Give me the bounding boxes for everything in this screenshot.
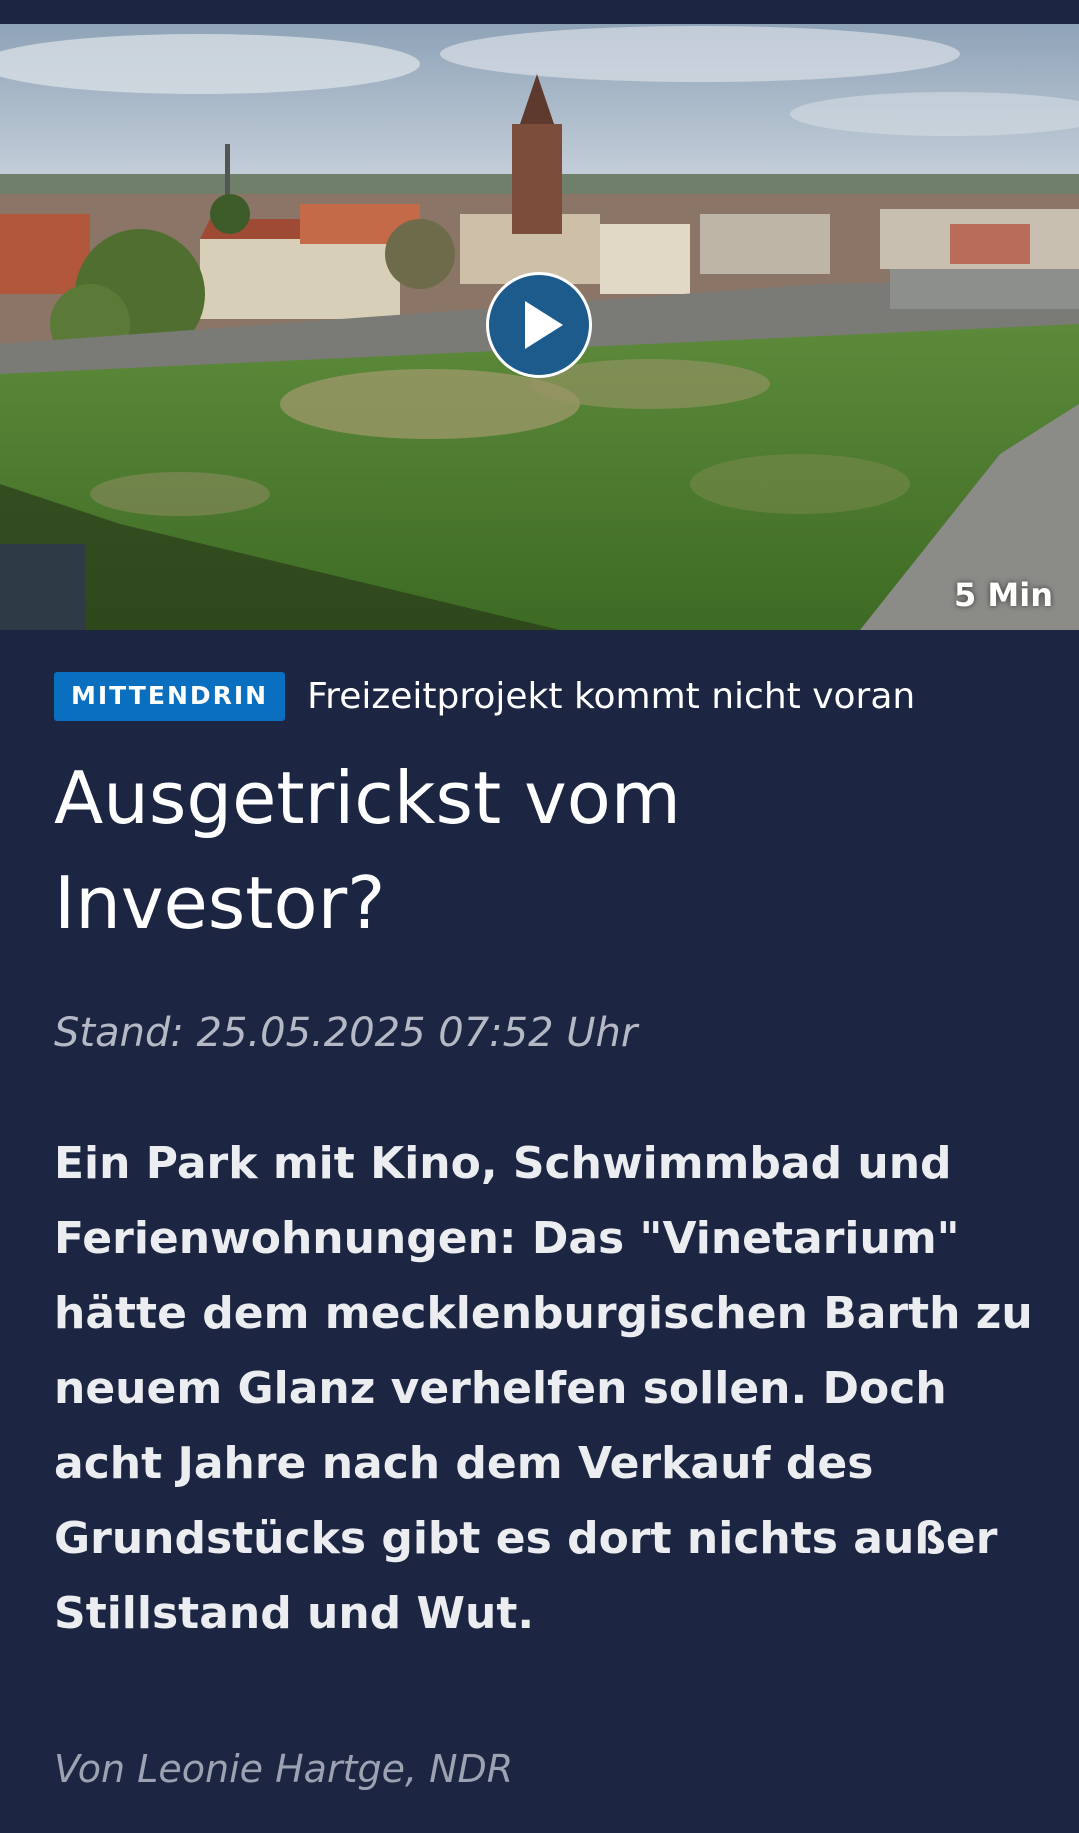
author-line: Von Leonie Hartge, NDR <box>54 1747 514 1791</box>
section-badge[interactable]: MITTENDRIN <box>54 672 286 721</box>
kicker-row: MITTENDRIN Freizeitprojekt kommt nicht v… <box>54 672 915 721</box>
teaser-text: Ein Park mit Kino, Schwimmbad und Ferien… <box>54 1138 1033 1639</box>
play-icon <box>524 301 563 349</box>
video-player[interactable]: 5 Min <box>0 24 1079 630</box>
video-duration: 5 Min <box>954 576 1053 614</box>
kicker: Freizeitprojekt kommt nicht voran <box>307 675 916 717</box>
headline: Ausgetrickst vom Investor? <box>54 756 681 945</box>
status-bar-strip <box>0 0 1079 24</box>
play-button[interactable] <box>486 272 592 378</box>
dateline: Stand: 25.05.2025 07:52 Uhr <box>54 1010 638 1056</box>
